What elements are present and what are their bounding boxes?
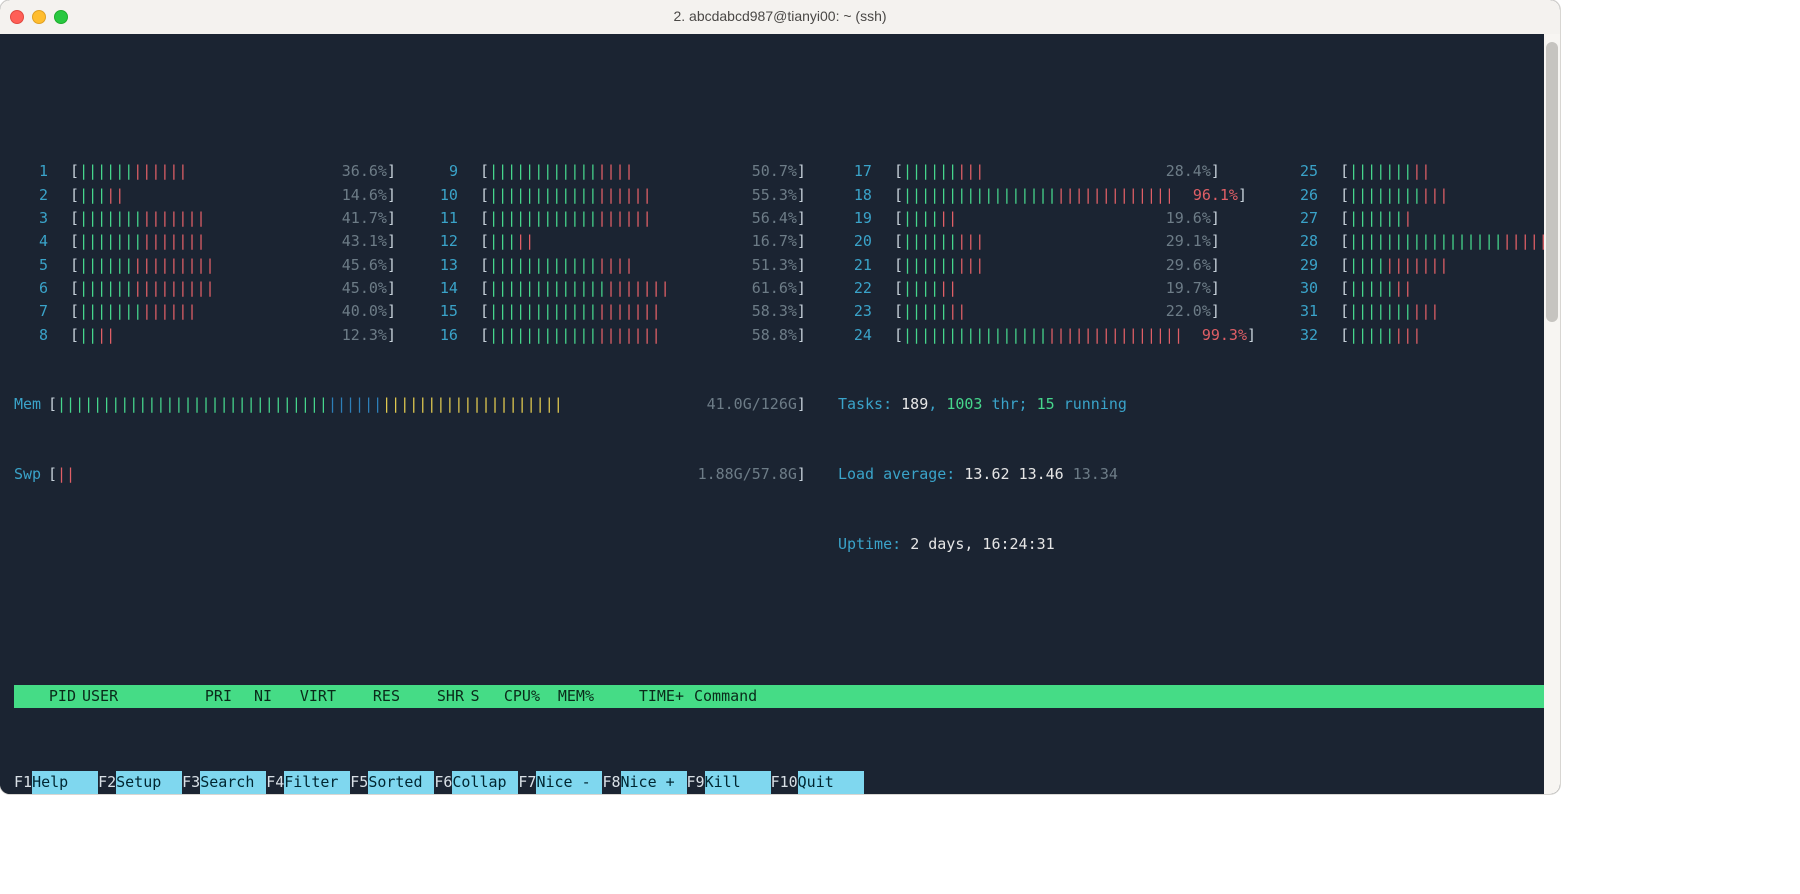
cpu-meter: 20 [||||||||| 29.1%] (838, 230, 1256, 253)
cpu-meter: 5 [||||||||||||||| 45.6%] (14, 254, 396, 277)
col-ni[interactable]: NI (232, 685, 272, 708)
scrollbar[interactable] (1544, 34, 1560, 794)
cpu-meter: 16 [||||||||||||||||||| 58.8%] (424, 324, 806, 347)
cpu-meter: 28 [|||||||||||||||||||||||||| 82.1%] (1284, 230, 1560, 253)
cpu-meter: 18 [||||||||||||||||||||||||||||||96.1%] (838, 184, 1256, 207)
tasks-line: Tasks: 189, 1003 thr; 15 running (838, 393, 1560, 416)
cpu-meter: 17 [||||||||| 28.4%] (838, 160, 1256, 183)
col-user[interactable]: USER (76, 685, 188, 708)
cpu-meter: 14 [|||||||||||||||||||| 61.6%] (424, 277, 806, 300)
col-virt[interactable]: VIRT (272, 685, 336, 708)
fkey-item[interactable]: F2Setup (98, 771, 182, 794)
cpu-meter: 25 [||||||||| 29.3%] (1284, 160, 1560, 183)
fkey-item[interactable]: F8Nice + (602, 771, 686, 794)
cpu-meter: 30 [||||||| 24.2%] (1284, 277, 1560, 300)
swp-meter: Swp[||1.88G/57.8G] (14, 463, 806, 486)
cpu-meter: 7 [||||||||||||| 40.0%] (14, 300, 396, 323)
col-shr[interactable]: SHR (400, 685, 464, 708)
footer-bar: F1Help F2Setup F3SearchF4FilterF5SortedF… (0, 771, 1560, 794)
cpu-meter: 32 [|||||||| 26.0%] (1284, 324, 1560, 347)
col-mem[interactable]: MEM% (540, 685, 594, 708)
cpu-meter: 10 [|||||||||||||||||| 55.3%] (424, 184, 806, 207)
meters-area: 1 [|||||||||||| 36.6%]2 [||||| 14.6%]3 [… (14, 114, 1546, 603)
fkey-item[interactable]: F4Filter (266, 771, 350, 794)
window-title: 2. abcdabcd987@tianyi00: ~ (ssh) (0, 5, 1560, 28)
cpu-meter: 15 [||||||||||||||||||| 58.3%] (424, 300, 806, 323)
mem-meter: Mem[||||||||||||||||||||||||||||||||||||… (14, 393, 806, 416)
col-res[interactable]: RES (336, 685, 400, 708)
cpu-meter: 1 [|||||||||||| 36.6%] (14, 160, 396, 183)
cpu-meter: 8 [|||| 12.3%] (14, 324, 396, 347)
cpu-meter: 21 [||||||||| 29.6%] (838, 254, 1256, 277)
col-pri[interactable]: PRI (188, 685, 232, 708)
load-line: Load average: 13.62 13.46 13.34 (838, 463, 1560, 486)
fkey-item[interactable]: F6Collap (434, 771, 518, 794)
col-time[interactable]: TIME+ (594, 685, 684, 708)
terminal-body[interactable]: 1 [|||||||||||| 36.6%]2 [||||| 14.6%]3 [… (0, 34, 1560, 794)
cpu-meter: 13 [|||||||||||||||| 51.3%] (424, 254, 806, 277)
cpu-meter: 29 [||||||||||| 35.8%] (1284, 254, 1560, 277)
uptime-line: Uptime: 2 days, 16:24:31 (838, 533, 1560, 556)
col-cmd[interactable]: Command (684, 685, 1546, 708)
process-header[interactable]: PID USER PRI NI VIRT RES SHR S CPU% MEM%… (14, 685, 1546, 708)
cpu-meter: 12 [||||| 16.7%] (424, 230, 806, 253)
fkey-item[interactable]: F7Nice - (518, 771, 602, 794)
cpu-meter: 3 [|||||||||||||| 41.7%] (14, 207, 396, 230)
cpu-meter: 24 [|||||||||||||||||||||||||||||||99.3%… (838, 324, 1256, 347)
titlebar: 2. abcdabcd987@tianyi00: ~ (ssh) (0, 0, 1560, 34)
cpu-meter: 27 [||||||| 24.0%] (1284, 207, 1560, 230)
cpu-meter: 4 [|||||||||||||| 43.1%] (14, 230, 396, 253)
fkey-item[interactable]: F1Help (14, 771, 98, 794)
cpu-meter: 26 [||||||||||| 35.3%] (1284, 184, 1560, 207)
col-pid[interactable]: PID (16, 685, 76, 708)
terminal-window: 2. abcdabcd987@tianyi00: ~ (ssh) 1 [||||… (0, 0, 1560, 794)
cpu-meter: 23 [||||||| 22.0%] (838, 300, 1256, 323)
cpu-meter: 11 [|||||||||||||||||| 56.4%] (424, 207, 806, 230)
col-s[interactable]: S (464, 685, 486, 708)
fkey-item[interactable]: F10Quit (771, 771, 864, 794)
cpu-meter: 22 [|||||| 19.7%] (838, 277, 1256, 300)
cpu-meter: 9 [|||||||||||||||| 50.7%] (424, 160, 806, 183)
cpu-meter: 31 [|||||||||| 31.4%] (1284, 300, 1560, 323)
col-cpu[interactable]: CPU% (486, 685, 540, 708)
cpu-meter: 6 [||||||||||||||| 45.0%] (14, 277, 396, 300)
cpu-meter: 2 [||||| 14.6%] (14, 184, 396, 207)
scrollbar-thumb[interactable] (1546, 42, 1558, 322)
fkey-item[interactable]: F3Search (182, 771, 266, 794)
cpu-meter: 19 [|||||| 19.6%] (838, 207, 1256, 230)
fkey-item[interactable]: F5Sorted (350, 771, 434, 794)
fkey-item[interactable]: F9Kill (687, 771, 771, 794)
